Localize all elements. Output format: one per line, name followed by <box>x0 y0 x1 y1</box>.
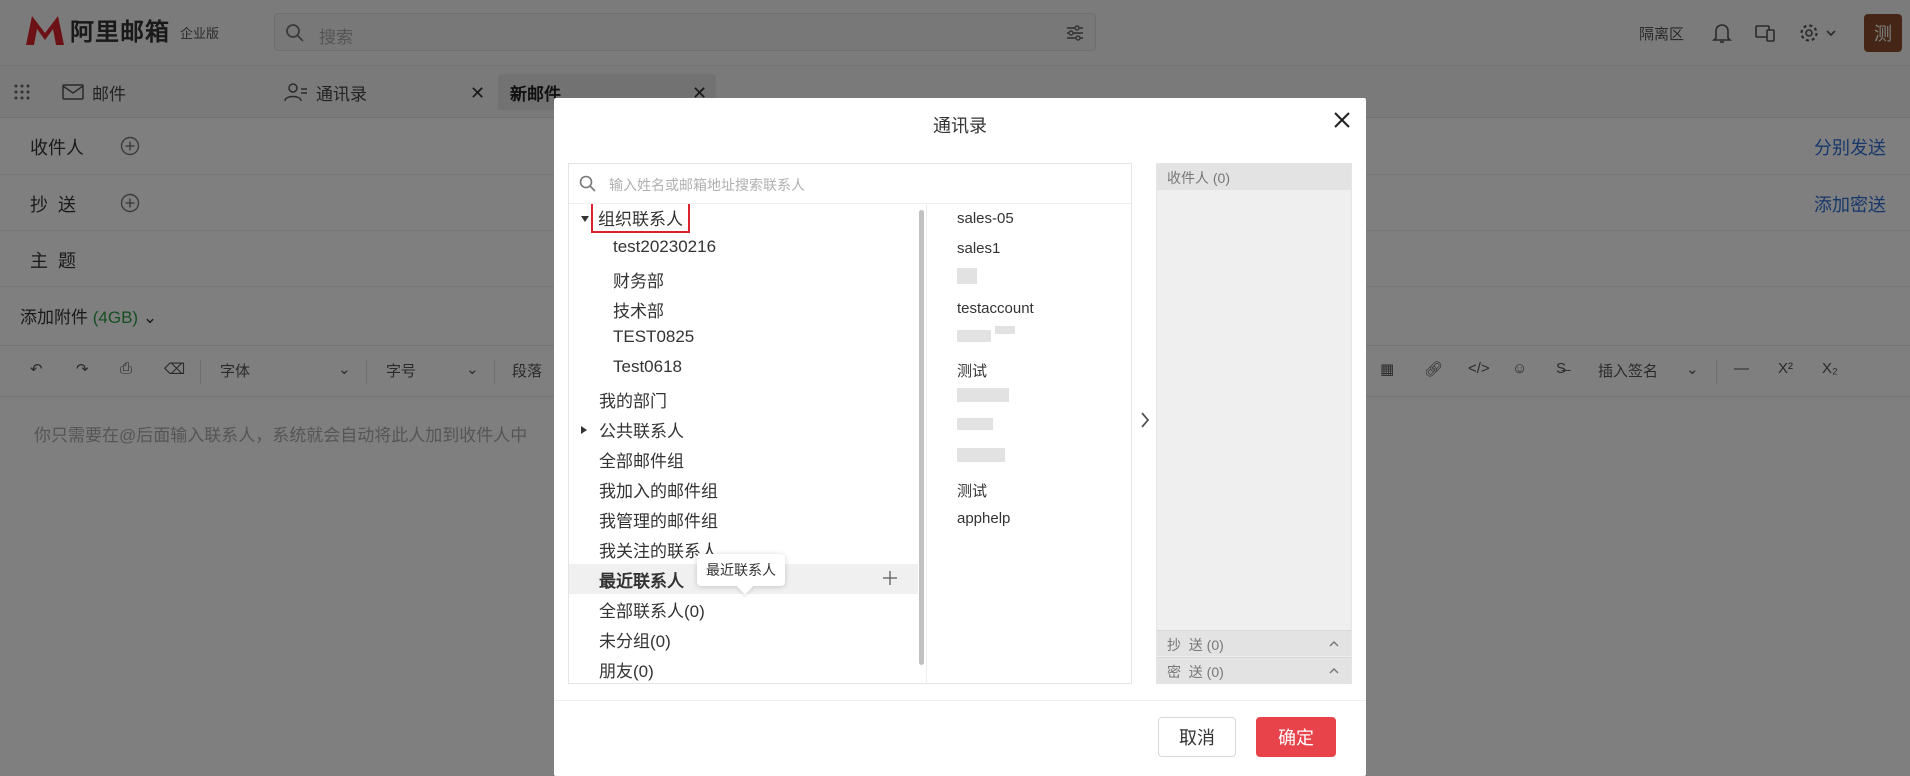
tree-item-managed-groups[interactable]: 我管理的邮件组 <box>569 504 918 534</box>
contacts-browser: 输入姓名或邮箱地址搜索联系人 组织联系人 test20230216 财务部 技术… <box>568 163 1132 684</box>
recipients-header: 收件人 (0) <box>1157 164 1351 190</box>
tree-item-label: test20230216 <box>613 237 717 256</box>
bcc-footer-label: 密 送 (0) <box>1167 664 1224 680</box>
tree-item-ungrouped[interactable]: 未分组(0) <box>569 624 918 654</box>
tree-item-test0825[interactable]: TEST0825 <box>569 324 918 354</box>
tree-item-friends[interactable]: 朋友(0) <box>569 654 918 683</box>
chevron-up-icon[interactable] <box>1329 640 1339 648</box>
tree-item-all-mail-groups[interactable]: 全部邮件组 <box>569 444 918 474</box>
contact-search-placeholder: 输入姓名或邮箱地址搜索联系人 <box>609 177 805 193</box>
contact-search-input[interactable]: 输入姓名或邮箱地址搜索联系人 <box>569 164 1131 204</box>
tree-item-label: Test0618 <box>613 357 682 376</box>
tree-item-label: 组织联系人 <box>591 204 690 233</box>
tree-item-joined-groups[interactable]: 我加入的邮件组 <box>569 474 918 504</box>
tree-item-label: 财务部 <box>613 272 664 291</box>
cc-section[interactable]: 抄 送 (0) <box>1157 630 1351 656</box>
tree-item-test20230216[interactable]: test20230216 <box>569 234 918 264</box>
contact-group-tree: 组织联系人 test20230216 财务部 技术部 TEST0825 Test… <box>569 204 918 683</box>
caret-right-icon[interactable] <box>580 425 588 435</box>
bcc-section[interactable]: 密 送 (0) <box>1157 657 1351 683</box>
cc-footer-label: 抄 送 (0) <box>1167 637 1224 653</box>
tree-item-label: 我管理的邮件组 <box>599 512 718 531</box>
contact-name-list: sales-05 sales1 testaccount 测试 测试 apphel… <box>926 204 1131 683</box>
list-item[interactable]: sales-05 <box>957 210 1014 227</box>
cancel-button[interactable]: 取消 <box>1158 717 1236 757</box>
chevron-right-icon[interactable] <box>1139 410 1151 430</box>
redacted-name <box>995 326 1015 334</box>
tree-item-label: 技术部 <box>613 302 664 321</box>
confirm-button[interactable]: 确定 <box>1256 717 1336 757</box>
tooltip: 最近联系人 <box>697 554 785 595</box>
tree-item-label: 我的部门 <box>599 392 667 411</box>
tooltip-text: 最近联系人 <box>706 562 776 578</box>
tree-item-label: 朋友(0) <box>599 662 654 681</box>
tree-item-my-department[interactable]: 我的部门 <box>569 384 918 414</box>
list-item[interactable]: 测试 <box>957 480 987 501</box>
tree-item-label: 我加入的邮件组 <box>599 482 718 501</box>
tree-scrollbar[interactable] <box>918 204 926 683</box>
tree-item-public-contacts[interactable]: 公共联系人 <box>569 414 918 444</box>
caret-down-icon[interactable] <box>580 215 590 223</box>
tree-item-test0618[interactable]: Test0618 <box>569 354 918 384</box>
tree-item-label: 最近联系人 <box>599 572 684 591</box>
redacted-name[interactable] <box>957 330 991 342</box>
tree-item-finance[interactable]: 财务部 <box>569 264 918 294</box>
plus-icon[interactable] <box>882 570 898 586</box>
redacted-name[interactable] <box>957 448 1005 462</box>
tree-item-label: 全部联系人(0) <box>599 602 705 621</box>
tree-item-label: 未分组(0) <box>599 632 671 651</box>
close-icon[interactable] <box>1332 110 1352 130</box>
redacted-name[interactable] <box>957 388 1009 402</box>
contacts-dialog: 通讯录 输入姓名或邮箱地址搜索联系人 组织联系人 test20230216 财务… <box>554 98 1366 776</box>
redacted-name[interactable] <box>957 268 977 284</box>
tree-item-tech[interactable]: 技术部 <box>569 294 918 324</box>
dialog-footer: 取消 确定 <box>554 700 1366 776</box>
tree-item-label: 公共联系人 <box>599 422 684 441</box>
list-item[interactable]: apphelp <box>957 510 1010 527</box>
list-item[interactable]: 测试 <box>957 360 987 381</box>
tree-item-org-contacts[interactable]: 组织联系人 <box>569 204 918 234</box>
list-item[interactable]: testaccount <box>957 300 1034 317</box>
tree-item-all-contacts[interactable]: 全部联系人(0) <box>569 594 918 624</box>
redacted-name[interactable] <box>957 418 993 430</box>
tree-item-label: 全部邮件组 <box>599 452 684 471</box>
tree-item-label: TEST0825 <box>613 327 695 346</box>
search-icon <box>579 175 596 192</box>
dialog-title: 通讯录 <box>933 116 987 136</box>
list-item[interactable]: sales1 <box>957 240 1000 257</box>
chevron-up-icon[interactable] <box>1329 667 1339 675</box>
selected-recipients-panel: 收件人 (0) 抄 送 (0) 密 送 (0) <box>1156 163 1352 684</box>
